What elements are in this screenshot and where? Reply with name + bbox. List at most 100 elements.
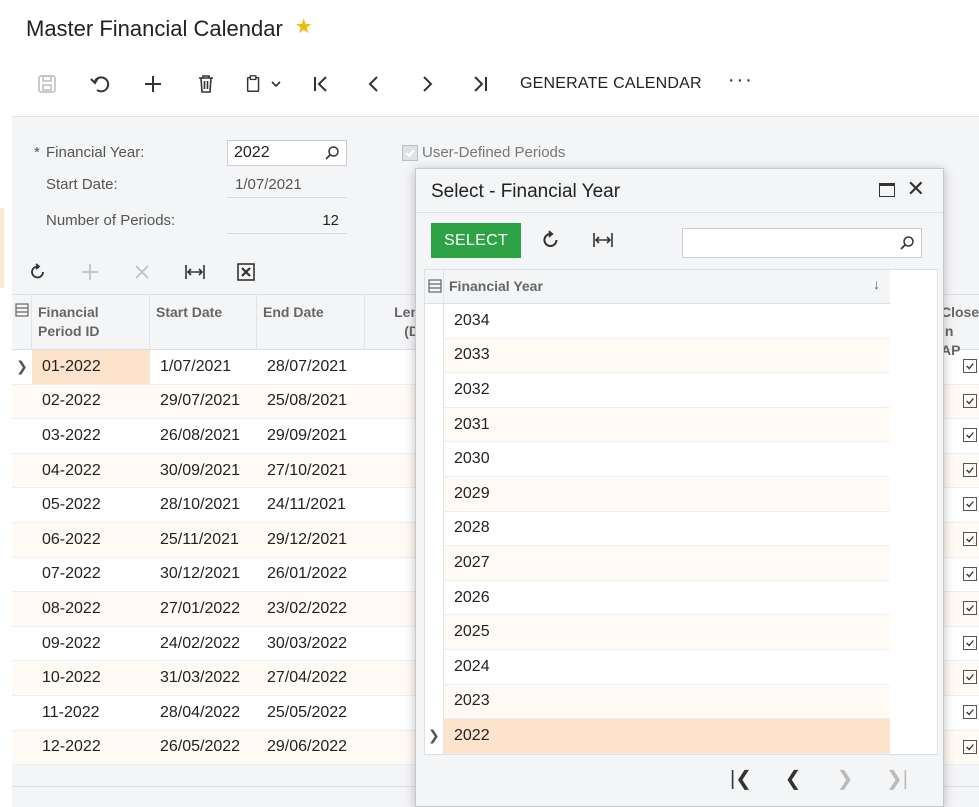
list-item[interactable]: 2024 <box>444 650 890 685</box>
grid-add-button[interactable] <box>78 258 130 286</box>
end-date-cell[interactable]: 26/01/2022 <box>257 558 365 592</box>
add-button[interactable] <box>126 64 179 104</box>
first-record-button[interactable] <box>294 64 347 104</box>
end-date-cell[interactable]: 23/02/2022 <box>257 592 365 626</box>
clipboard-dropdown-button[interactable] <box>232 64 294 104</box>
closed-in-ap-checkbox[interactable] <box>963 393 977 408</box>
list-item[interactable]: 2031 <box>444 407 890 443</box>
end-date-cell[interactable]: 25/08/2021 <box>257 385 365 419</box>
close-icon[interactable]: ✕ <box>907 178 925 200</box>
closed-in-ap-checkbox[interactable] <box>963 635 977 650</box>
end-date-cell[interactable]: 27/10/2021 <box>257 454 365 488</box>
closed-in-ap-checkbox[interactable] <box>963 532 977 546</box>
period-id-cell[interactable]: 06-2022 <box>32 523 150 557</box>
start-date-cell[interactable]: 1/07/2021 <box>150 350 257 384</box>
period-id-cell[interactable]: 05-2022 <box>32 488 150 522</box>
user-defined-periods-checkbox[interactable]: User-Defined Periods <box>402 144 565 161</box>
start-date-cell[interactable]: 29/07/2021 <box>150 385 257 419</box>
start-date-cell[interactable]: 26/05/2022 <box>150 731 257 765</box>
closed-in-ap-checkbox[interactable] <box>963 670 977 685</box>
list-item[interactable]: 2033 <box>444 338 890 374</box>
generate-calendar-button[interactable]: GENERATE CALENDAR <box>506 75 718 93</box>
end-date-cell[interactable]: 27/04/2022 <box>257 661 365 695</box>
list-item[interactable]: 2032 <box>444 373 890 408</box>
list-item[interactable]: 2030 <box>444 442 890 477</box>
start-date-cell[interactable]: 28/04/2022 <box>150 696 257 730</box>
period-id-cell[interactable]: 03-2022 <box>32 419 150 453</box>
sort-arrow-icon[interactable]: ↓ <box>873 276 880 292</box>
period-id-cell[interactable]: 04-2022 <box>32 454 150 488</box>
list-item[interactable]: 2034 <box>444 304 890 339</box>
list-item[interactable]: 2029 <box>444 477 890 512</box>
next-page-button[interactable]: ❯ <box>819 764 871 792</box>
col-financial-period-id[interactable]: Financial Period ID <box>32 295 150 350</box>
closed-in-ap-checkbox[interactable] <box>963 428 977 443</box>
previous-record-button[interactable] <box>347 64 400 104</box>
export-excel-button[interactable] <box>234 258 286 286</box>
first-page-button[interactable]: |❮ <box>715 764 767 792</box>
period-id-cell[interactable]: 07-2022 <box>32 558 150 592</box>
list-item[interactable]: 2026 <box>444 581 890 616</box>
end-date-cell[interactable]: 29/06/2022 <box>257 731 365 765</box>
more-actions-button[interactable]: ··· <box>718 69 764 92</box>
period-id-cell[interactable]: 12-2022 <box>32 731 150 765</box>
end-date-cell[interactable]: 30/03/2022 <box>257 627 365 661</box>
end-date-cell[interactable]: 25/05/2022 <box>257 696 365 730</box>
delete-button[interactable] <box>179 64 232 104</box>
closed-in-ap-checkbox[interactable] <box>963 739 977 754</box>
columns-icon[interactable] <box>428 279 442 293</box>
refresh-button[interactable] <box>26 258 78 286</box>
start-date-cell[interactable]: 30/09/2021 <box>150 454 257 488</box>
select-button[interactable]: SELECT <box>431 223 521 258</box>
maximize-icon[interactable] <box>879 183 895 197</box>
col-end-date[interactable]: End Date <box>257 295 365 350</box>
closed-in-ap-checkbox[interactable] <box>963 601 977 616</box>
col-start-date[interactable]: Start Date <box>150 295 257 350</box>
financial-year-input[interactable]: 2022 <box>227 140 347 166</box>
grid-delete-button[interactable] <box>130 258 182 286</box>
period-id-cell[interactable]: 09-2022 <box>32 627 150 661</box>
star-icon[interactable]: ★ <box>295 14 313 39</box>
start-date-cell[interactable]: 24/02/2022 <box>150 627 257 661</box>
period-id-cell[interactable]: 10-2022 <box>32 661 150 695</box>
start-date-cell[interactable]: 25/11/2021 <box>150 523 257 557</box>
list-item[interactable]: 2028 <box>444 512 890 547</box>
fit-width-icon[interactable] <box>592 229 614 251</box>
row-selector-header[interactable] <box>12 295 32 350</box>
chevron-left-icon <box>368 76 378 92</box>
search-icon[interactable] <box>324 145 340 161</box>
list-item[interactable]: 2025 <box>444 615 890 650</box>
dialog-search-input[interactable] <box>682 228 922 258</box>
closed-in-ap-checkbox[interactable] <box>963 462 977 477</box>
start-date-cell[interactable]: 28/10/2021 <box>150 488 257 522</box>
period-id-cell[interactable]: 08-2022 <box>32 592 150 626</box>
start-date-cell[interactable]: 27/01/2022 <box>150 592 257 626</box>
end-date-cell[interactable]: 29/09/2021 <box>257 419 365 453</box>
col-financial-year[interactable]: Financial Year <box>449 278 543 294</box>
list-item[interactable]: 2022 <box>444 719 890 754</box>
refresh-icon[interactable] <box>540 229 562 251</box>
closed-in-ap-checkbox[interactable] <box>963 566 977 581</box>
last-record-button[interactable] <box>453 64 506 104</box>
fit-to-screen-button[interactable] <box>182 258 234 286</box>
next-record-button[interactable] <box>400 64 453 104</box>
save-button[interactable] <box>20 64 73 104</box>
closed-in-ap-checkbox[interactable] <box>963 705 977 719</box>
start-date-cell[interactable]: 31/03/2022 <box>150 661 257 695</box>
list-item[interactable]: 2023 <box>444 684 890 720</box>
closed-in-ap-checkbox[interactable] <box>963 359 977 373</box>
list-item[interactable]: 2027 <box>444 546 890 581</box>
period-id-cell[interactable]: 11-2022 <box>32 696 150 730</box>
last-page-button[interactable]: ❯| <box>871 764 923 792</box>
undo-button[interactable] <box>73 64 126 104</box>
end-date-cell[interactable]: 24/11/2021 <box>257 488 365 522</box>
previous-page-button[interactable]: ❮ <box>767 764 819 792</box>
period-id-cell[interactable]: 01-2022 <box>32 350 150 384</box>
start-date-cell[interactable]: 30/12/2021 <box>150 558 257 592</box>
closed-in-ap-checkbox[interactable] <box>963 497 977 512</box>
start-date-cell[interactable]: 26/08/2021 <box>150 419 257 453</box>
period-id-cell[interactable]: 02-2022 <box>32 385 150 419</box>
end-date-cell[interactable]: 28/07/2021 <box>257 350 365 384</box>
dialog-grid-header: Financial Year ↓ <box>425 270 890 304</box>
end-date-cell[interactable]: 29/12/2021 <box>257 523 365 557</box>
